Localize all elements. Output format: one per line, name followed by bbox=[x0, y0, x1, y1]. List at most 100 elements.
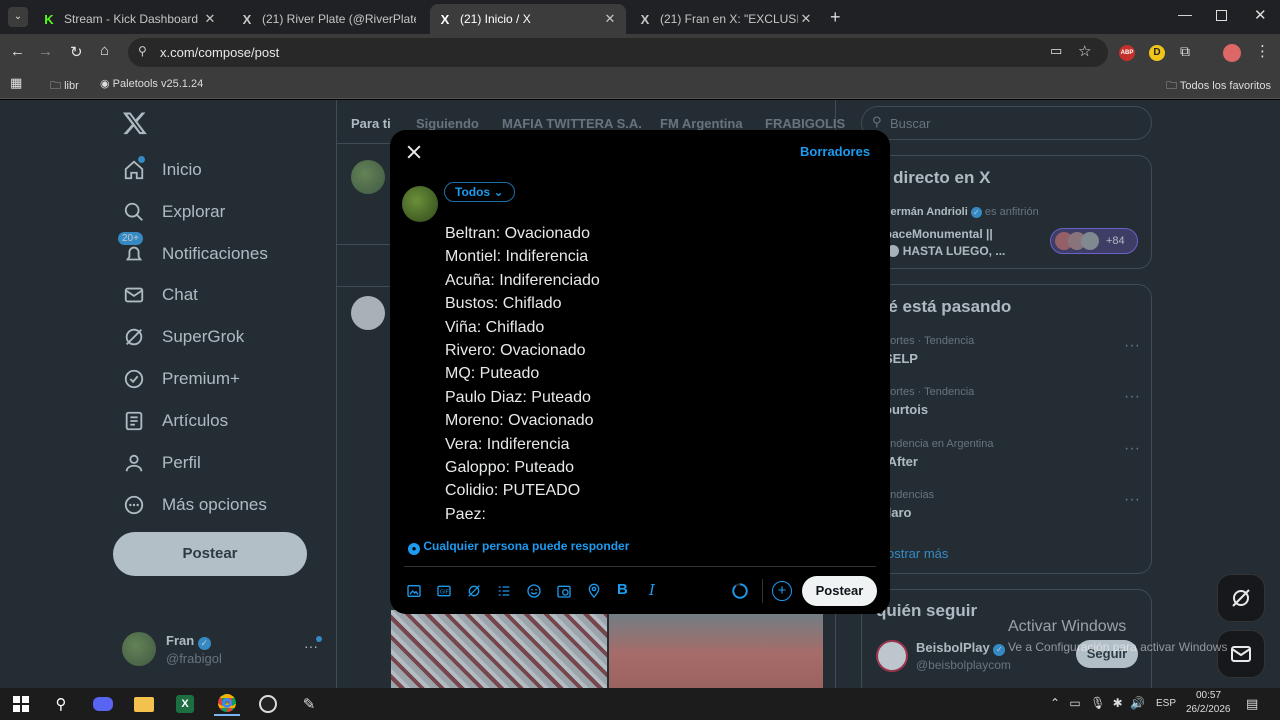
bookmark-libr[interactable]: 🗀 libr bbox=[50, 77, 79, 96]
drafts-link[interactable]: Borradores bbox=[800, 144, 870, 159]
location-icon[interactable] bbox=[586, 583, 602, 604]
forward-icon[interactable]: → bbox=[38, 43, 53, 60]
site-info-icon[interactable]: ⚲ bbox=[138, 44, 147, 58]
close-tab-icon[interactable]: ✕ bbox=[602, 11, 618, 27]
bluetooth-icon[interactable]: ✱ bbox=[1113, 696, 1123, 710]
excel-icon[interactable]: X bbox=[172, 692, 198, 716]
browser-tab-bar: ⌄ K Stream - Kick Dashboard ✕ X (21) Riv… bbox=[0, 0, 1280, 34]
grok-icon bbox=[1232, 589, 1250, 607]
compose-textarea[interactable]: Beltran: Ovacionado Montiel: Indiferenci… bbox=[445, 222, 865, 526]
compose-modal: Borradores Todos ⌄ Beltran: Ovacionado M… bbox=[390, 130, 890, 614]
x-logo-icon: X bbox=[242, 11, 252, 27]
compose-line: MQ: Puteado bbox=[445, 365, 540, 383]
network-icon[interactable]: ▭ bbox=[1069, 696, 1080, 710]
extension-d-icon[interactable]: D bbox=[1149, 45, 1165, 61]
avatar bbox=[402, 186, 438, 222]
clock-time[interactable]: 00:57 bbox=[1196, 690, 1221, 701]
activate-windows-title: Activar Windows bbox=[1008, 618, 1127, 635]
bold-icon[interactable]: B bbox=[617, 581, 628, 598]
tray-overflow-icon[interactable]: ⌃ bbox=[1050, 696, 1060, 710]
globe-icon: ● bbox=[408, 543, 420, 555]
compose-line: Vera: Indiferencia bbox=[445, 435, 570, 453]
home-icon[interactable]: ⌂ bbox=[100, 42, 109, 59]
schedule-icon[interactable] bbox=[556, 583, 572, 604]
reload-icon[interactable]: ↻ bbox=[70, 43, 83, 61]
compose-post-button[interactable]: Postear bbox=[802, 576, 877, 606]
audience-label: Todos bbox=[455, 185, 491, 199]
close-window-icon[interactable]: ✕ bbox=[1254, 6, 1267, 24]
compose-line: Montiel: Indiferencia bbox=[445, 248, 589, 266]
back-icon[interactable]: ← bbox=[10, 43, 25, 60]
address-bar[interactable]: ⚲ x.com/compose/post bbox=[128, 38, 1108, 67]
reply-setting[interactable]: ● Cualquier persona puede responder bbox=[408, 539, 629, 555]
windows-taskbar: ⚲ X ✎ ⌃ ▭ 🎙 ✱ 🔊 ESP 00:57 26/2/2026 ▤ bbox=[0, 688, 1280, 720]
tab-title: (21) Fran en X: "EXCLUSIVA: LA bbox=[660, 12, 798, 26]
mail-icon bbox=[1231, 646, 1251, 662]
x-page: Inicio Explorar Notificaciones 20+ Chat … bbox=[0, 100, 1280, 688]
microphone-icon[interactable]: 🎙 bbox=[1090, 696, 1105, 710]
volume-icon[interactable]: 🔊 bbox=[1130, 696, 1145, 710]
compose-line: Colidio: PUTEADO bbox=[445, 482, 581, 500]
compose-line: Paulo Diaz: Puteado bbox=[445, 388, 591, 406]
compose-line: Bustos: Chiflado bbox=[445, 295, 562, 313]
compose-line: Acuña: Indiferenciado bbox=[445, 271, 600, 289]
apps-grid-icon[interactable]: ▦ bbox=[10, 75, 22, 91]
folder-icon: 🗀 bbox=[50, 80, 61, 92]
clock-date[interactable]: 26/2/2026 bbox=[1186, 704, 1231, 715]
minimize-icon[interactable]: — bbox=[1178, 6, 1192, 22]
activate-windows-subtitle: Ve a Configuración para activar Windows. bbox=[1008, 640, 1228, 654]
bookmark-label: Paletools v25.1.24 bbox=[112, 78, 204, 90]
divider bbox=[762, 579, 763, 603]
bookmark-star-icon[interactable]: ☆ bbox=[1078, 42, 1091, 60]
close-tab-icon[interactable]: ✕ bbox=[798, 11, 814, 27]
maximize-icon[interactable] bbox=[1216, 10, 1227, 21]
windows-start-icon[interactable] bbox=[8, 692, 34, 716]
italic-icon[interactable]: I bbox=[649, 581, 655, 599]
install-app-icon[interactable]: ▭ bbox=[1050, 43, 1062, 59]
file-explorer-icon[interactable] bbox=[131, 692, 157, 716]
notifications-icon[interactable]: ▤ bbox=[1246, 696, 1258, 712]
profile-avatar-icon[interactable] bbox=[1223, 44, 1241, 62]
discord-icon[interactable] bbox=[90, 692, 116, 716]
system-tray: ⌃ ▭ 🎙 ✱ 🔊 bbox=[1050, 696, 1145, 710]
search-icon[interactable]: ⚲ bbox=[48, 692, 74, 716]
obs-icon[interactable] bbox=[255, 692, 281, 716]
menu-icon[interactable]: ⋮ bbox=[1255, 42, 1270, 60]
poll-icon[interactable] bbox=[496, 583, 512, 604]
browser-tab-kick[interactable]: K Stream - Kick Dashboard ✕ bbox=[34, 4, 226, 34]
bookmarks-bar: ▦ 🗀 libr ◉ Paletools v25.1.24 🗀 Todos lo… bbox=[0, 71, 1280, 99]
media-icon[interactable] bbox=[406, 583, 422, 604]
adblock-icon[interactable]: ABP bbox=[1119, 45, 1135, 61]
gif-icon[interactable]: GIF bbox=[436, 583, 452, 604]
kick-icon: K bbox=[44, 11, 54, 27]
tab-search-button[interactable]: ⌄ bbox=[8, 7, 28, 27]
folder-icon: 🗀 bbox=[1166, 80, 1177, 92]
grok-icon[interactable] bbox=[466, 583, 482, 604]
grok-floating-button[interactable] bbox=[1217, 574, 1265, 622]
add-post-icon[interactable]: + bbox=[772, 581, 792, 601]
divider bbox=[404, 566, 876, 567]
tab-title: (21) River Plate (@RiverPlate) / bbox=[262, 12, 416, 26]
close-icon[interactable] bbox=[404, 142, 426, 164]
emoji-icon[interactable] bbox=[526, 583, 542, 604]
chrome-icon[interactable] bbox=[214, 692, 240, 716]
x-logo-icon: X bbox=[640, 11, 650, 27]
audience-selector[interactable]: Todos ⌄ bbox=[444, 182, 515, 202]
compose-line: Moreno: Ovacionado bbox=[445, 412, 594, 430]
browser-tab-river[interactable]: X (21) River Plate (@RiverPlate) / bbox=[232, 4, 424, 34]
compose-line: Beltran: Ovacionado bbox=[445, 225, 590, 242]
app-icon[interactable]: ✎ bbox=[296, 692, 322, 716]
language-indicator[interactable]: ESP bbox=[1156, 698, 1176, 709]
tab-title: Stream - Kick Dashboard bbox=[64, 12, 199, 26]
messages-floating-button[interactable] bbox=[1217, 630, 1265, 678]
all-bookmarks[interactable]: 🗀 Todos los favoritos bbox=[1166, 77, 1271, 96]
url-text: x.com/compose/post bbox=[160, 45, 280, 60]
bookmark-paletools[interactable]: ◉ Paletools v25.1.24 bbox=[100, 77, 203, 90]
close-tab-icon[interactable]: ✕ bbox=[202, 11, 218, 27]
new-tab-icon[interactable]: + bbox=[830, 7, 841, 28]
browser-toolbar: ← → ↻ ⌂ ⚲ x.com/compose/post ▭ ☆ ABP D ⧉… bbox=[0, 34, 1280, 71]
browser-tab-fran[interactable]: X (21) Fran en X: "EXCLUSIVA: LA ✕ bbox=[630, 4, 822, 34]
chevron-down-icon: ⌄ bbox=[493, 185, 504, 199]
browser-tab-inicio[interactable]: X (21) Inicio / X ✕ bbox=[430, 4, 626, 34]
extensions-icon[interactable]: ⧉ bbox=[1180, 43, 1190, 60]
